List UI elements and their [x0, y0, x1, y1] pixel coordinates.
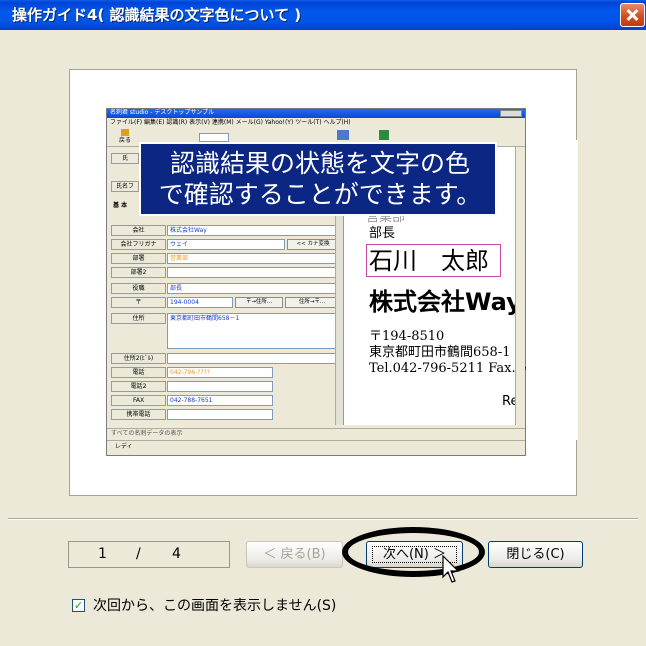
link-icon: [379, 130, 389, 140]
field-value: 194-0004: [167, 297, 233, 308]
page-current: 1: [98, 546, 107, 562]
mouse-cursor-icon: [442, 555, 460, 583]
field-label: 部署2: [111, 267, 166, 278]
field-label: 〒: [111, 297, 166, 308]
field-label: 住所: [111, 313, 166, 324]
separator: [8, 518, 638, 520]
preview-company: 株式会社Way: [369, 288, 522, 316]
preview-title: 部長: [369, 226, 396, 241]
field-value: 042-796-????: [167, 367, 273, 378]
preview-zip: 〒194-8510: [369, 329, 445, 344]
zip-to-address-button: 〒→住所...: [235, 297, 283, 308]
field-label: 携帯電話: [111, 409, 166, 420]
callout-line-1: 認識結果の状態を文字の色: [169, 149, 470, 178]
field-value: 株式会社Way: [167, 225, 339, 236]
page-separator: /: [136, 546, 141, 562]
preview-clip-mask: [526, 140, 578, 440]
field-label: 部署: [111, 253, 166, 264]
embedded-row-label: 氏: [111, 153, 139, 164]
field-label: FAX: [111, 395, 166, 406]
field-value: 042-788-7651: [167, 395, 273, 406]
preview-name: 石川 太郎: [369, 247, 489, 275]
preview-scrollbar: [515, 147, 525, 425]
embedded-page-field: [199, 133, 229, 142]
preview-address: 東京都町田市鶴間658-1: [369, 345, 511, 360]
embedded-row-label: 氏名フ: [111, 181, 139, 192]
field-label: 会社フリガナ: [111, 239, 166, 250]
field-value: 営業部: [167, 253, 339, 264]
field-label: 会社: [111, 225, 166, 236]
field-value: [167, 381, 273, 392]
embedded-app-title: 名刺君 studio - デスクトップサンプル: [110, 109, 215, 116]
close-button[interactable]: 閉じる(C): [488, 541, 583, 568]
preview-tel: Tel.042-796-5211 Fax.04: [369, 361, 533, 376]
embedded-status-bar: レディ: [107, 440, 525, 454]
dont-show-again-checkbox[interactable]: ✓: [72, 599, 85, 612]
window-title: 操作ガイド4( 認識結果の文字色について ): [12, 6, 302, 24]
field-value: [167, 353, 339, 364]
embedded-back-label: 戻る: [119, 137, 132, 144]
field-label: 役職: [111, 283, 166, 294]
address-to-zip-button: 住所→〒...: [285, 297, 339, 308]
field-value: 部長: [167, 283, 339, 294]
field-label: 住所2(ﾋﾞﾙ): [111, 353, 166, 364]
scan-icon: [337, 130, 349, 140]
embedded-section-label: 基 本: [113, 202, 128, 209]
dont-show-again-label[interactable]: 次回から、この画面を表示しません(S): [93, 596, 336, 616]
embedded-menu-bar: ファイル(F) 編集(E) 認識(R) 表示(V) 連携(M) メール(G) Y…: [110, 119, 351, 126]
back-button[interactable]: ＜ 戻る(B): [246, 541, 343, 568]
field-value: [167, 267, 339, 278]
field-label: 電話: [111, 367, 166, 378]
highlight-ellipse: [342, 527, 485, 577]
close-window-button[interactable]: [620, 3, 645, 27]
field-value: ウェイ: [167, 239, 285, 250]
page-total: 4: [172, 546, 181, 562]
field-value: 東京都町田市鶴間658－1: [167, 313, 339, 349]
back-arrow-icon: [121, 129, 129, 136]
callout-box: 認識結果の状態を文字の色 で確認することができます。: [139, 142, 497, 216]
embedded-tab-bar: すべての名刺データの表示: [107, 428, 525, 439]
embedded-window-buttons: [500, 110, 522, 117]
kana-convert-button: << カナ変換: [287, 239, 339, 250]
callout-line-2: で確認することができます。: [158, 180, 482, 209]
embedded-tab-label: すべての名刺データの表示: [111, 430, 183, 437]
field-label: 電話2: [111, 381, 166, 392]
page-indicator: 1 / 4: [68, 541, 230, 568]
field-value: [167, 409, 273, 420]
